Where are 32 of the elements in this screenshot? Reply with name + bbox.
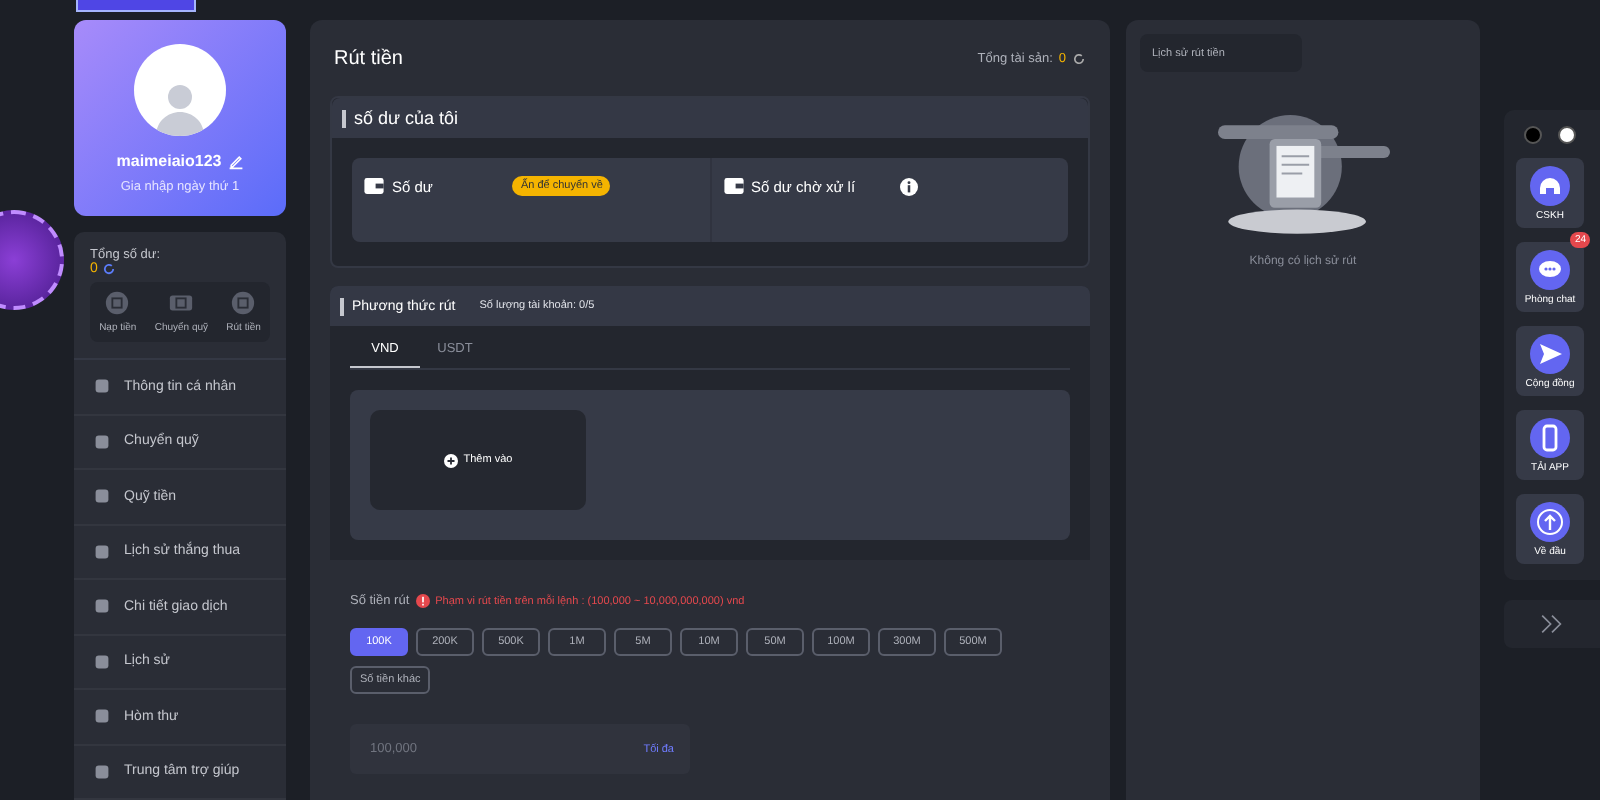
arrow-up-icon: [1530, 501, 1570, 541]
section-title: số dư của tôi: [354, 108, 459, 128]
deposit-icon[interactable]: [104, 290, 131, 316]
phone-icon: [1530, 417, 1570, 457]
username: maimeiaio123: [116, 152, 222, 170]
refresh-icon[interactable]: [1072, 51, 1086, 65]
menu-icon: [94, 543, 110, 560]
alert-icon: [415, 594, 430, 608]
wallet-icon: [364, 178, 384, 194]
avatar: [134, 44, 226, 136]
page-title: Rút tiền: [334, 47, 403, 69]
refresh-icon[interactable]: [101, 262, 116, 276]
wallet-icon: [723, 178, 743, 194]
menu-icon: [94, 763, 110, 780]
send-icon: [1530, 333, 1570, 373]
menu-icon: [94, 433, 110, 450]
menu-icon: [94, 653, 110, 670]
theme-dot[interactable]: [1524, 126, 1542, 144]
wallet-icon[interactable]: [168, 290, 195, 316]
menu-icon: [94, 488, 110, 505]
nav-tab[interactable]: [76, 0, 196, 12]
info-icon[interactable]: [899, 178, 918, 196]
double-chevron-icon: [1538, 614, 1566, 634]
withdraw-icon[interactable]: [230, 290, 257, 316]
theme-dot[interactable]: [1558, 126, 1576, 144]
menu-icon: [94, 598, 110, 615]
headset-icon: [1530, 165, 1570, 205]
edit-icon[interactable]: [227, 153, 244, 169]
plus-icon: [443, 453, 458, 467]
chat-bubble-icon: [1530, 249, 1570, 289]
menu-icon: [94, 708, 110, 725]
menu-icon: [94, 378, 110, 395]
